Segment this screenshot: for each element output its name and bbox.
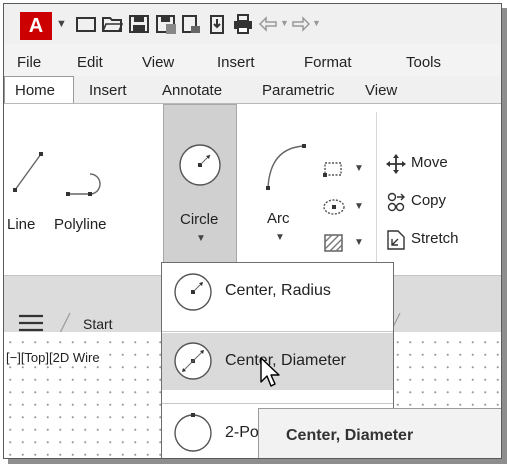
center-radius-label: Center, Radius bbox=[225, 282, 331, 299]
menu-tools[interactable]: Tools bbox=[406, 54, 441, 71]
panel-separator bbox=[376, 112, 377, 262]
stretch-label: Stretch bbox=[411, 230, 459, 247]
center-radius-icon bbox=[174, 273, 212, 311]
menu-separator bbox=[162, 331, 393, 332]
polyline-icon bbox=[66, 173, 101, 196]
arc-icon bbox=[266, 144, 306, 190]
menu-view[interactable]: View bbox=[142, 54, 174, 71]
open-folder-icon[interactable] bbox=[101, 13, 123, 35]
menu-item-center-radius[interactable]: Center, Radius bbox=[162, 263, 393, 320]
two-point-label: 2-Po bbox=[225, 424, 259, 441]
menu-bar: File Edit View Insert Format Tools bbox=[4, 44, 501, 76]
undo-icon[interactable] bbox=[257, 13, 279, 35]
tab-view[interactable]: View bbox=[365, 82, 397, 99]
hatch-dropdown-icon[interactable]: ▼ bbox=[354, 237, 364, 248]
redo-icon[interactable] bbox=[290, 13, 312, 35]
publish-icon[interactable] bbox=[206, 13, 228, 35]
hatch-icon[interactable] bbox=[322, 232, 346, 254]
polyline-label: Polyline bbox=[54, 216, 107, 233]
move-label: Move bbox=[411, 154, 448, 171]
ribbon-panel: Line Polyline Circle ▼ Arc ▼ ▼ ▼ ▼ Move … bbox=[4, 103, 501, 276]
circle-dropdown-arrow-icon[interactable]: ▼ bbox=[196, 233, 206, 244]
viewport-controls-label[interactable]: [−][Top][2D Wire bbox=[6, 350, 102, 365]
tab-divider-icon bbox=[59, 312, 71, 334]
redo-dropdown-icon[interactable]: ▼ bbox=[312, 18, 321, 28]
center-diameter-icon bbox=[174, 342, 212, 380]
stretch-button[interactable]: Stretch bbox=[384, 228, 501, 252]
copy-icon bbox=[387, 192, 405, 212]
save-as-icon[interactable] bbox=[155, 13, 177, 35]
print-icon[interactable] bbox=[232, 13, 254, 35]
arc-button[interactable]: Arc ▼ bbox=[260, 110, 306, 243]
move-icon bbox=[386, 154, 406, 174]
mouse-cursor-icon bbox=[260, 357, 280, 387]
menu-format[interactable]: Format bbox=[304, 54, 352, 71]
copy-label: Copy bbox=[411, 192, 447, 209]
menu-file[interactable]: File bbox=[17, 54, 41, 71]
tab-annotate[interactable]: Annotate bbox=[162, 82, 222, 99]
tab-home[interactable]: Home bbox=[15, 82, 55, 99]
two-point-circle-icon bbox=[174, 413, 212, 452]
line-icon bbox=[13, 152, 43, 192]
polyline-button[interactable]: Polyline bbox=[54, 110, 116, 233]
ellipse-dropdown-icon[interactable]: ▼ bbox=[354, 201, 364, 212]
circle-icon bbox=[179, 144, 221, 186]
export-icon[interactable] bbox=[180, 13, 202, 35]
tab-insert[interactable]: Insert bbox=[89, 82, 127, 99]
tooltip-title: Center, Diameter bbox=[286, 427, 414, 444]
undo-dropdown-icon[interactable]: ▼ bbox=[280, 18, 289, 28]
autocad-window: A ▼ ▼ ▼ File Edit View Insert Format Too… bbox=[3, 3, 502, 459]
circle-label: Circle bbox=[180, 211, 219, 228]
save-icon[interactable] bbox=[128, 13, 150, 35]
quick-access-toolbar: A ▼ ▼ ▼ bbox=[4, 4, 501, 44]
app-menu-arrow-icon[interactable]: ▼ bbox=[56, 18, 67, 30]
hamburger-menu-icon[interactable] bbox=[18, 314, 44, 332]
line-label: Line bbox=[7, 216, 36, 233]
menu-insert[interactable]: Insert bbox=[217, 54, 255, 71]
arc-dropdown-arrow-icon[interactable]: ▼ bbox=[275, 232, 285, 243]
rectangle-icon[interactable] bbox=[322, 158, 346, 180]
line-button[interactable]: Line bbox=[6, 110, 50, 233]
tab-parametric[interactable]: Parametric bbox=[262, 82, 335, 99]
stretch-icon bbox=[387, 230, 405, 250]
menu-separator-2 bbox=[162, 403, 393, 404]
ellipse-icon[interactable] bbox=[322, 196, 346, 218]
rectangle-dropdown-icon[interactable]: ▼ bbox=[354, 163, 364, 174]
ribbon-tabs: Home Insert Annotate Parametric View bbox=[4, 76, 501, 103]
application-menu-button[interactable]: A bbox=[20, 12, 52, 40]
tooltip: Center, Diameter bbox=[258, 408, 501, 458]
menu-edit[interactable]: Edit bbox=[77, 54, 103, 71]
new-file-icon[interactable] bbox=[75, 13, 97, 35]
move-button[interactable]: Move bbox=[384, 152, 501, 176]
file-tab-start[interactable]: Start bbox=[83, 316, 113, 332]
copy-button[interactable]: Copy bbox=[384, 190, 501, 214]
center-diameter-label: Center, Diameter bbox=[225, 352, 346, 369]
circle-button[interactable]: Circle ▼ bbox=[163, 104, 237, 264]
arc-label: Arc bbox=[267, 210, 290, 227]
app-letter: A bbox=[28, 14, 44, 37]
